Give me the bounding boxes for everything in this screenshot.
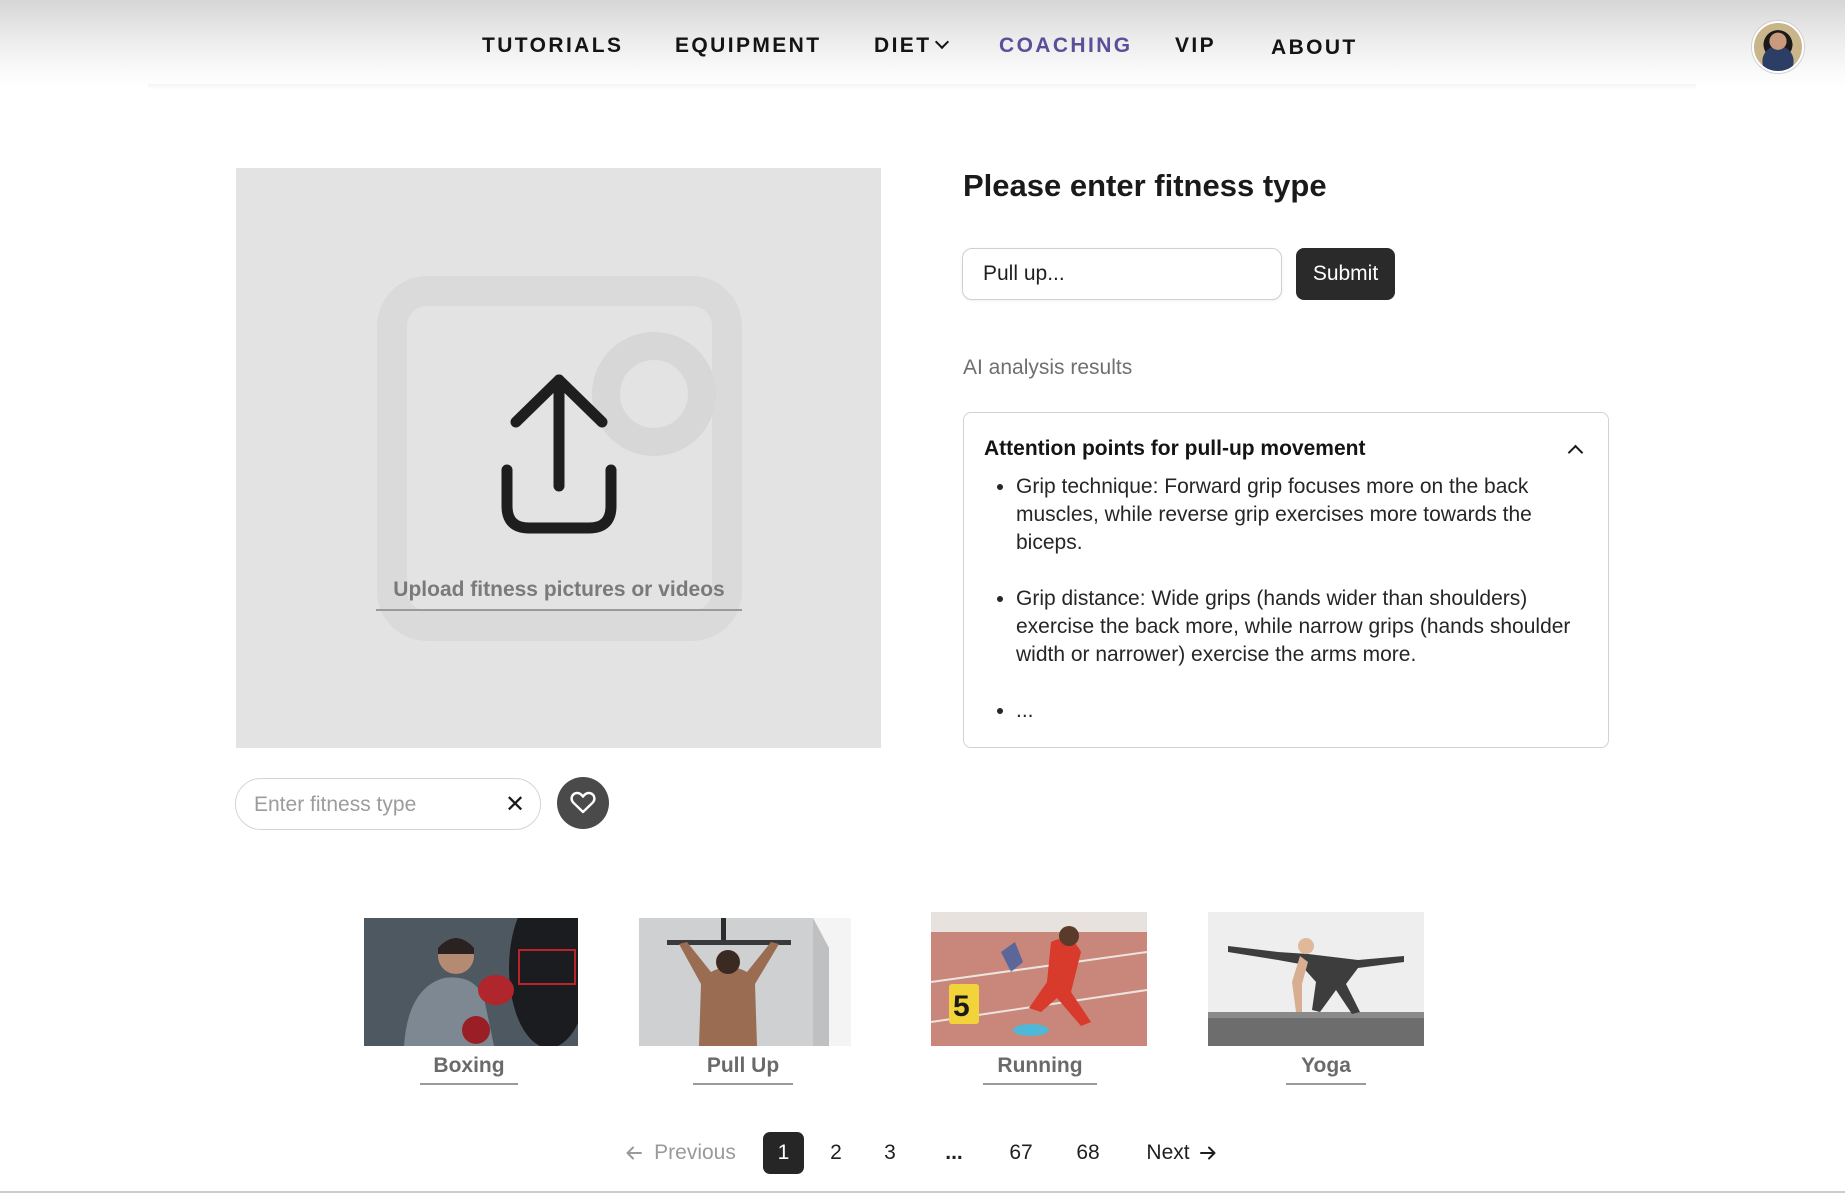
favorite-button[interactable] (557, 777, 609, 829)
next-page-button[interactable]: Next (1140, 1132, 1222, 1174)
chevron-up-icon[interactable] (1564, 439, 1588, 463)
ai-results-card: Attention points for pull-up movement Gr… (963, 412, 1609, 748)
chevron-down-icon (935, 34, 950, 50)
upload-icon (501, 374, 617, 534)
user-avatar[interactable] (1752, 21, 1804, 73)
fitness-type-search: ✕ (235, 778, 541, 830)
results-list: Grip technique: Forward grip focuses mor… (1016, 473, 1576, 725)
upload-label: Upload fitness pictures or videos (376, 578, 742, 611)
pull-up-image (639, 918, 851, 1046)
arrow-left-icon (626, 1132, 643, 1174)
running-image: 5 (931, 912, 1147, 1046)
svg-text:5: 5 (953, 990, 970, 1023)
nav-shadow (148, 84, 1696, 90)
submit-button[interactable]: Submit (1296, 248, 1395, 300)
fitness-type-heading: Please enter fitness type (963, 168, 1327, 203)
fitness-type-search-input[interactable] (254, 791, 494, 819)
page-number[interactable]: 3 (871, 1132, 909, 1174)
nav-item-coaching[interactable]: COACHING (999, 34, 1133, 58)
page-ellipsis: ... (945, 1141, 963, 1164)
yoga-image (1208, 912, 1424, 1046)
previous-page-button[interactable]: Previous (622, 1132, 740, 1174)
nav-item-diet[interactable]: DIET (874, 34, 950, 58)
nav-item-diet-label: DIET (874, 34, 932, 57)
category-label-running: Running (983, 1054, 1097, 1085)
nav-item-equipment[interactable]: EQUIPMENT (675, 34, 821, 58)
pagination: Previous 1 2 3 ... 67 68 Next (0, 1132, 1845, 1174)
nav-item-about[interactable]: ABOUT (1271, 36, 1358, 60)
list-item: Grip technique: Forward grip focuses mor… (1016, 473, 1576, 557)
ai-results-label: AI analysis results (963, 356, 1133, 379)
heart-icon (570, 791, 596, 814)
nav-item-tutorials[interactable]: TUTORIALS (482, 34, 623, 58)
page-number[interactable]: 2 (817, 1132, 855, 1174)
category-label-yoga: Yoga (1286, 1054, 1366, 1085)
upload-dropzone[interactable]: Upload fitness pictures or videos (236, 168, 881, 748)
list-item: Grip distance: Wide grips (hands wider t… (1016, 585, 1576, 669)
category-label-pull-up: Pull Up (693, 1054, 793, 1085)
close-icon[interactable]: ✕ (502, 792, 528, 818)
page-number[interactable]: 67 (1000, 1132, 1042, 1174)
page-number[interactable]: 68 (1067, 1132, 1109, 1174)
results-card-title: Attention points for pull-up movement (984, 437, 1366, 460)
previous-page-label: Previous (654, 1141, 736, 1164)
next-page-label: Next (1146, 1141, 1190, 1164)
arrow-right-icon (1199, 1132, 1216, 1174)
boxing-image (364, 918, 578, 1046)
nav-item-vip[interactable]: VIP (1175, 34, 1216, 58)
category-label-boxing: Boxing (420, 1054, 518, 1085)
page-number[interactable]: 1 (763, 1132, 804, 1174)
fitness-type-input[interactable] (962, 248, 1282, 300)
list-item: ... (1016, 697, 1576, 725)
